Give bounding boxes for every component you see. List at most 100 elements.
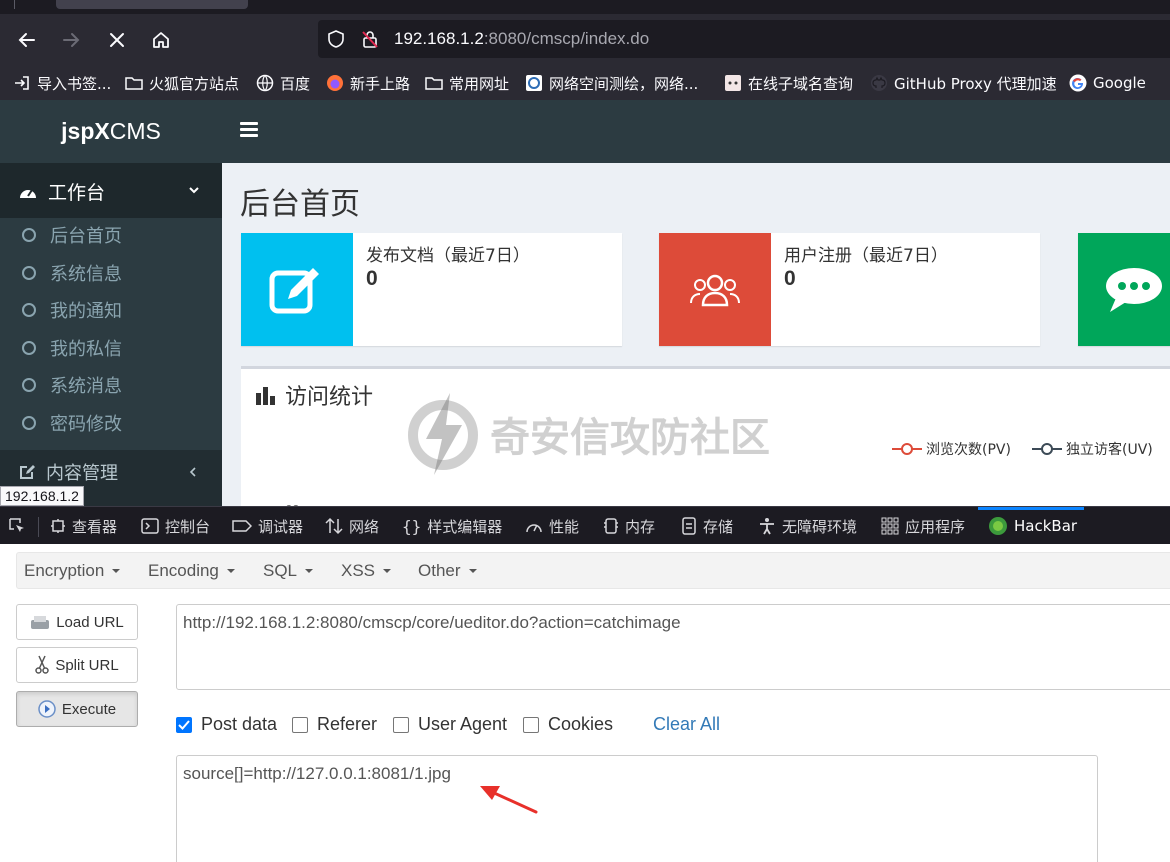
status-url-tooltip: 192.168.1.2 (0, 486, 84, 506)
menu-other[interactable]: Other (418, 561, 477, 581)
tab-label: 查看器 (72, 517, 118, 536)
info-box-value: 0 (366, 267, 378, 290)
bookmark-label: 常用网址 (449, 74, 510, 93)
bar-chart-icon (256, 387, 275, 405)
folder-icon (425, 77, 443, 90)
tab-performance[interactable]: 性能 (525, 507, 579, 545)
checkbox[interactable] (393, 716, 409, 733)
legend-label: 浏览次数(PV) (926, 442, 1011, 458)
tab-application[interactable]: 应用程序 (881, 507, 965, 545)
chevron-left-icon (189, 467, 196, 477)
caret-down-icon (226, 569, 235, 573)
tab-accessibility[interactable]: 无障碍环境 (758, 507, 857, 545)
sidebar-toggle-button[interactable] (240, 122, 258, 140)
stop-button[interactable] (103, 26, 131, 54)
menu-icon-bar (240, 122, 258, 125)
tab-label: HackBar (1014, 517, 1078, 535)
checkbox[interactable] (292, 716, 308, 733)
bookmark-common-sites[interactable]: 常用网址 (425, 72, 509, 94)
bookmarks-toolbar: 导入书签... 火狐官方站点 百度 新手上路 常用网址 网络空间测绘，网络...… (0, 66, 1170, 100)
users-icon (690, 274, 740, 306)
legend-uv[interactable]: 独立访客(UV) (1032, 439, 1153, 459)
bookmark-github-proxy[interactable]: GitHub Proxy 代理加速 (870, 72, 1057, 94)
option-user-agent[interactable]: User Agent (393, 714, 507, 735)
bookmark-subdomain[interactable]: 在线子域名查询 (724, 72, 853, 94)
option-label: Post data (201, 714, 278, 734)
checkbox-checked[interactable] (176, 716, 192, 733)
tab-style-editor[interactable]: {} 样式编辑器 (402, 507, 502, 545)
tab-network[interactable]: 网络 (325, 507, 379, 545)
menu-encoding[interactable]: Encoding (148, 561, 235, 581)
post-data-textarea[interactable]: source[]=http://127.0.0.1:8081/1.jpg (176, 755, 1098, 862)
browser-tab[interactable] (56, 0, 248, 9)
checkbox[interactable] (523, 716, 539, 733)
url-textarea[interactable]: http://192.168.1.2:8080/cmscp/core/uedit… (176, 604, 1170, 690)
bookmark-firefox-site[interactable]: 火狐官方站点 (125, 72, 239, 94)
play-icon (38, 700, 56, 718)
logo-rest: CMS (109, 118, 161, 144)
tab-label: 网络 (349, 517, 380, 536)
info-box-icon (241, 233, 353, 346)
sidebar-item-label: 我的私信 (50, 339, 122, 360)
sidebar-item-system-info[interactable]: 系统信息 (22, 261, 122, 285)
inspector-icon (51, 519, 65, 533)
option-referer[interactable]: Referer (292, 714, 377, 735)
circle-icon (22, 378, 36, 392)
sidebar-item-system-messages[interactable]: 系统消息 (22, 373, 122, 397)
address-bar[interactable]: 192.168.1.2:8080/cmscp/index.do (318, 20, 1170, 58)
shield-icon[interactable] (326, 29, 346, 49)
tab-memory[interactable]: 内存 (603, 507, 655, 545)
cat-icon (725, 75, 741, 91)
menu-sql[interactable]: SQL (263, 561, 314, 581)
forward-button[interactable] (57, 26, 85, 54)
split-url-button[interactable]: Split URL (16, 647, 138, 683)
sidebar-item-notifications[interactable]: 我的通知 (22, 298, 122, 322)
tab-debugger[interactable]: 调试器 (232, 507, 303, 545)
execute-button[interactable]: Execute (16, 691, 138, 727)
load-url-button[interactable]: Load URL (16, 604, 138, 640)
menu-xss[interactable]: XSS (341, 561, 392, 581)
url-host: 192.168.1.2 (394, 29, 484, 48)
option-cookies[interactable]: Cookies (523, 714, 613, 735)
sidebar-item-label: 系统消息 (50, 376, 122, 397)
bookmark-label: 新手上路 (350, 74, 411, 93)
legend-pv[interactable]: 浏览次数(PV) (892, 439, 1011, 459)
option-label: Cookies (548, 714, 614, 734)
insecure-lock-icon[interactable] (360, 29, 380, 49)
chevron-down-icon (189, 187, 199, 194)
workbench-submenu: 后台首页 系统信息 我的通知 我的私信 系统消息 密码修改 (0, 218, 222, 450)
sidebar-item-password[interactable]: 密码修改 (22, 411, 122, 435)
circle-icon (22, 341, 36, 355)
bookmark-baidu[interactable]: 百度 (256, 72, 310, 94)
tab-console[interactable]: 控制台 (141, 507, 210, 545)
sidebar-item-label: 我的通知 (50, 301, 122, 322)
tab-inspector[interactable]: 查看器 (50, 507, 117, 545)
circle-icon (22, 303, 36, 317)
sidebar-item-workbench[interactable]: 工作台 (0, 163, 222, 218)
bookmark-getting-started[interactable]: 新手上路 (326, 72, 410, 94)
performance-icon (526, 524, 542, 533)
menu-icon-bar (240, 128, 258, 131)
back-button[interactable] (13, 26, 41, 54)
element-picker-button[interactable] (8, 507, 26, 545)
tab-label: 内存 (625, 517, 656, 536)
sidebar-item-home[interactable]: 后台首页 (22, 223, 122, 247)
tab-hackbar[interactable]: HackBar (988, 507, 1077, 545)
option-post-data[interactable]: Post data (176, 714, 277, 735)
clear-all-link[interactable]: Clear All (653, 714, 720, 735)
info-box-icon (659, 233, 771, 346)
sidebar-item-messages[interactable]: 我的私信 (22, 336, 122, 360)
home-button[interactable] (147, 26, 175, 54)
bookmark-label: 网络空间测绘，网络... (549, 74, 699, 93)
bookmark-import[interactable]: 导入书签... (13, 72, 111, 94)
cms-logo[interactable]: jspX CMS (0, 100, 222, 163)
accessibility-icon (760, 518, 774, 535)
sidebar-item-content-management[interactable]: 内容管理 (0, 453, 222, 489)
pick-element-icon (9, 518, 24, 532)
tab-storage[interactable]: 存储 (681, 507, 733, 545)
bookmark-google[interactable]: Google (1069, 72, 1146, 94)
home-icon (153, 32, 169, 48)
menu-encryption[interactable]: Encryption (24, 561, 121, 581)
url-text[interactable]: 192.168.1.2:8080/cmscp/index.do (394, 29, 649, 49)
bookmark-fofa[interactable]: 网络空间测绘，网络... (525, 72, 698, 94)
